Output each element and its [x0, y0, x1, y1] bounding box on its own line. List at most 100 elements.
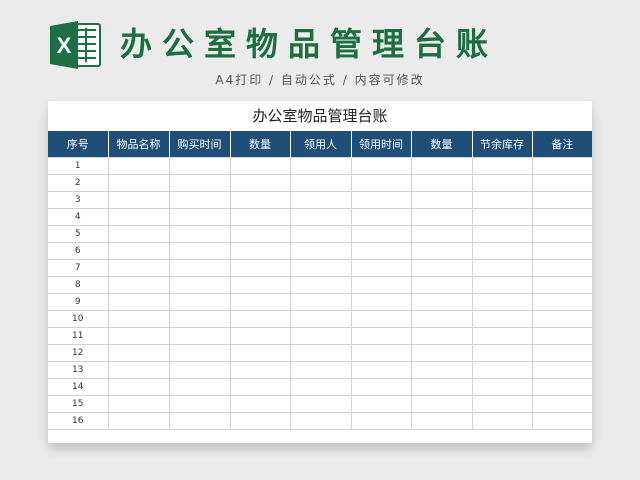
- table-cell[interactable]: [531, 191, 592, 209]
- table-cell[interactable]: [289, 395, 352, 413]
- table-cell[interactable]: [410, 327, 473, 345]
- table-cell[interactable]: [531, 344, 592, 362]
- row-index-cell[interactable]: 9: [48, 293, 109, 311]
- table-cell[interactable]: [471, 378, 533, 396]
- table-cell[interactable]: [471, 259, 533, 277]
- table-cell[interactable]: [107, 361, 170, 379]
- table-cell[interactable]: [471, 361, 533, 379]
- row-index-cell[interactable]: 16: [48, 412, 109, 430]
- column-header-index[interactable]: 序号: [48, 131, 108, 158]
- row-index-cell[interactable]: 4: [48, 208, 109, 226]
- table-cell[interactable]: [410, 310, 473, 328]
- table-cell[interactable]: [531, 174, 592, 192]
- table-cell[interactable]: [289, 157, 352, 175]
- table-cell[interactable]: [289, 310, 352, 328]
- table-cell[interactable]: [350, 242, 412, 260]
- table-cell[interactable]: [531, 293, 592, 311]
- table-cell[interactable]: [107, 412, 170, 430]
- table-cell[interactable]: [107, 225, 170, 243]
- row-index-cell[interactable]: 10: [48, 310, 109, 328]
- column-header-receive-date[interactable]: 领用时间: [350, 131, 411, 158]
- table-cell[interactable]: [531, 225, 592, 243]
- table-cell[interactable]: [471, 157, 533, 175]
- table-cell[interactable]: [229, 242, 291, 260]
- table-cell[interactable]: [168, 225, 231, 243]
- table-cell[interactable]: [168, 378, 231, 396]
- table-cell[interactable]: [229, 412, 291, 430]
- table-cell[interactable]: [229, 378, 291, 396]
- table-cell[interactable]: [107, 276, 170, 294]
- table-cell[interactable]: [289, 327, 352, 345]
- row-index-cell[interactable]: 12: [48, 344, 109, 362]
- table-cell[interactable]: [229, 191, 291, 209]
- table-cell[interactable]: [471, 412, 533, 430]
- table-cell[interactable]: [289, 242, 352, 260]
- table-cell[interactable]: [350, 327, 412, 345]
- table-cell[interactable]: [531, 242, 592, 260]
- table-cell[interactable]: [350, 225, 412, 243]
- table-cell[interactable]: [289, 191, 352, 209]
- table-cell[interactable]: [471, 310, 533, 328]
- table-cell[interactable]: [168, 327, 231, 345]
- table-cell[interactable]: [531, 276, 592, 294]
- table-cell[interactable]: [289, 208, 352, 226]
- table-cell[interactable]: [410, 174, 473, 192]
- row-index-cell[interactable]: 7: [48, 259, 109, 277]
- table-cell[interactable]: [229, 395, 291, 413]
- table-cell[interactable]: [471, 208, 533, 226]
- table-cell[interactable]: [289, 412, 352, 430]
- table-cell[interactable]: [107, 157, 170, 175]
- row-index-cell[interactable]: 5: [48, 225, 109, 243]
- row-index-cell[interactable]: 1: [48, 157, 109, 175]
- table-cell[interactable]: [350, 378, 412, 396]
- table-cell[interactable]: [168, 157, 231, 175]
- table-cell[interactable]: [229, 208, 291, 226]
- table-cell[interactable]: [471, 242, 533, 260]
- table-cell[interactable]: [229, 174, 291, 192]
- table-cell[interactable]: [531, 361, 592, 379]
- table-cell[interactable]: [168, 174, 231, 192]
- table-cell[interactable]: [168, 310, 231, 328]
- table-cell[interactable]: [471, 276, 533, 294]
- table-cell[interactable]: [107, 208, 170, 226]
- table-cell[interactable]: [229, 293, 291, 311]
- table-cell[interactable]: [289, 361, 352, 379]
- row-index-cell[interactable]: 2: [48, 174, 109, 192]
- table-cell[interactable]: [350, 293, 412, 311]
- table-cell[interactable]: [168, 344, 231, 362]
- table-cell[interactable]: [350, 208, 412, 226]
- table-cell[interactable]: [289, 174, 352, 192]
- table-cell[interactable]: [168, 191, 231, 209]
- column-header-remaining-stock[interactable]: 节余库存: [471, 131, 532, 158]
- table-cell[interactable]: [289, 344, 352, 362]
- table-cell[interactable]: [289, 276, 352, 294]
- column-header-notes[interactable]: 备注: [531, 131, 592, 158]
- table-cell[interactable]: [410, 191, 473, 209]
- table-cell[interactable]: [107, 293, 170, 311]
- table-cell[interactable]: [471, 395, 533, 413]
- table-cell[interactable]: [410, 395, 473, 413]
- table-cell[interactable]: [350, 412, 412, 430]
- table-cell[interactable]: [471, 225, 533, 243]
- table-cell[interactable]: [410, 344, 473, 362]
- table-cell[interactable]: [107, 259, 170, 277]
- table-cell[interactable]: [410, 242, 473, 260]
- table-cell[interactable]: [229, 259, 291, 277]
- table-cell[interactable]: [410, 225, 473, 243]
- table-cell[interactable]: [229, 310, 291, 328]
- column-header-receive-quantity[interactable]: 数量: [410, 131, 472, 158]
- table-cell[interactable]: [471, 293, 533, 311]
- table-cell[interactable]: [350, 344, 412, 362]
- table-cell[interactable]: [168, 242, 231, 260]
- column-header-item-name[interactable]: 物品名称: [107, 131, 169, 158]
- table-cell[interactable]: [531, 378, 592, 396]
- table-cell[interactable]: [471, 327, 533, 345]
- table-cell[interactable]: [350, 276, 412, 294]
- table-cell[interactable]: [531, 259, 592, 277]
- table-cell[interactable]: [168, 412, 231, 430]
- table-cell[interactable]: [107, 174, 170, 192]
- table-cell[interactable]: [289, 378, 352, 396]
- table-cell[interactable]: [350, 174, 412, 192]
- table-cell[interactable]: [107, 395, 170, 413]
- table-cell[interactable]: [168, 293, 231, 311]
